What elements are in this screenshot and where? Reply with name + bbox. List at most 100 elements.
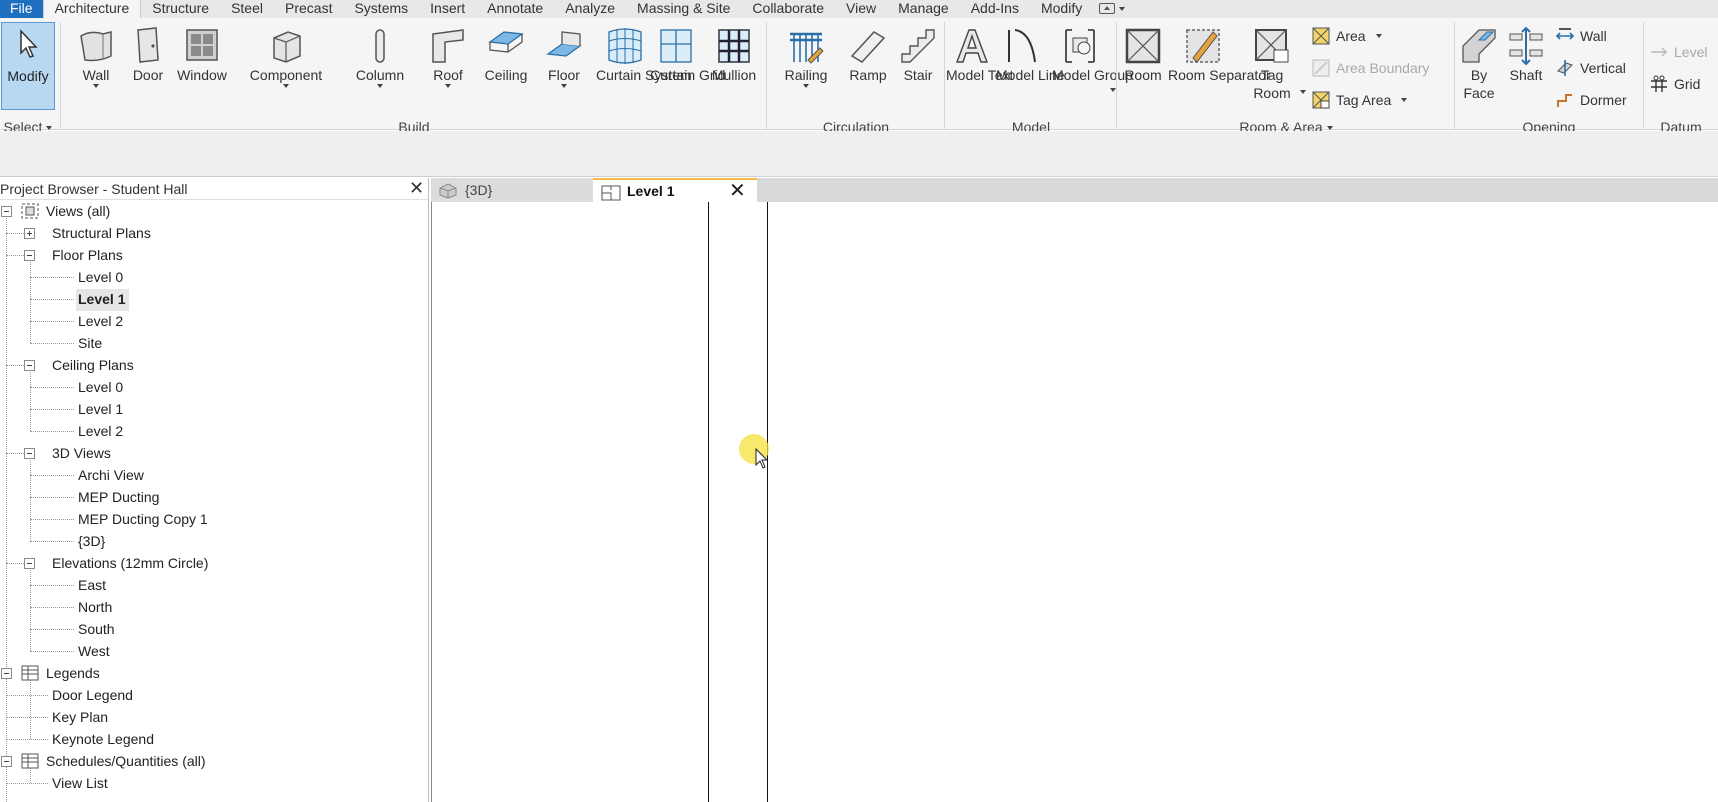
roof-label: Roof [433, 67, 463, 83]
ribbon-tab-bar: File Architecture Structure Steel Precas… [0, 0, 1718, 18]
tree-item[interactable]: Level 2 [78, 420, 123, 442]
tab-structure[interactable]: Structure [141, 0, 220, 18]
opening-wall-button[interactable]: Wall [1556, 27, 1607, 45]
tree-item[interactable]: View List [52, 772, 108, 794]
tab-manage[interactable]: Manage [887, 0, 960, 18]
curtain-system-button[interactable]: Curtain System [596, 26, 692, 84]
close-icon[interactable]: ✕ [729, 180, 746, 202]
tree-item[interactable]: {3D} [78, 530, 105, 552]
ribbon-display-toggle[interactable] [1093, 0, 1131, 18]
stair-button[interactable]: Stair [896, 26, 940, 84]
area-boundary-button[interactable]: Area Boundary [1312, 59, 1429, 77]
tab-systems[interactable]: Systems [343, 0, 419, 18]
tree-item[interactable]: Schedules/Quantities (all) [46, 750, 206, 772]
door-button[interactable]: Door [128, 26, 168, 84]
collapse-icon[interactable] [1, 206, 12, 217]
collapse-icon[interactable] [24, 360, 35, 371]
opening-by-face-button[interactable]: By Face [1456, 26, 1502, 102]
tree-item[interactable]: 3D Views [52, 442, 111, 464]
window-button[interactable]: Window [174, 26, 230, 84]
tab-massing-site[interactable]: Massing & Site [626, 0, 741, 18]
door-label: Door [132, 67, 164, 83]
tree-item[interactable]: Level 1 [78, 398, 123, 420]
tab-architecture[interactable]: Architecture [42, 0, 142, 18]
tree-item[interactable]: Views (all) [46, 200, 110, 222]
floor-button[interactable]: Floor [540, 26, 588, 88]
wall-icon [80, 31, 112, 62]
wall-button[interactable]: Wall [74, 26, 118, 88]
tab-annotate[interactable]: Annotate [476, 0, 554, 18]
views-icon [21, 203, 39, 219]
model-group-button[interactable]: Model Group [1052, 26, 1133, 84]
collapse-icon[interactable] [1, 756, 12, 767]
drawing-canvas[interactable] [431, 202, 1718, 802]
collapse-icon[interactable] [24, 558, 35, 569]
tree-item[interactable]: East [78, 574, 106, 596]
area-boundary-icon [1312, 59, 1330, 77]
component-button[interactable]: Component [244, 26, 328, 88]
ceiling-button[interactable]: Ceiling [478, 26, 534, 84]
tree-connector [6, 453, 24, 454]
tree-item[interactable]: Key Plan [52, 706, 108, 728]
curtain-grid-label: Curtain Grid [650, 67, 726, 83]
floor-icon [546, 31, 582, 57]
collapse-icon[interactable] [24, 250, 35, 261]
tree-item[interactable]: North [78, 596, 112, 618]
tree-connector [30, 541, 74, 542]
tree-item[interactable]: MEP Ducting Copy 1 [78, 508, 208, 530]
tab-file[interactable]: File [0, 0, 43, 18]
tab-add-ins[interactable]: Add-Ins [960, 0, 1030, 18]
tree-item[interactable]: Legends [46, 662, 100, 684]
tab-modify[interactable]: Modify [1030, 0, 1093, 18]
tree-item[interactable]: Site [78, 332, 102, 354]
tree-item[interactable]: Ceiling Plans [52, 354, 134, 376]
modify-button[interactable]: Modify [1, 22, 55, 110]
ramp-button[interactable]: Ramp [844, 26, 892, 84]
room-separator-button[interactable]: Room Separator [1168, 26, 1271, 84]
tree-item[interactable]: Keynote Legend [52, 728, 154, 750]
railing-button[interactable]: Railing [778, 26, 834, 88]
shaft-button[interactable]: Shaft [1504, 26, 1548, 84]
tab-view[interactable]: View [835, 0, 887, 18]
tree-item[interactable]: Archi View [78, 464, 144, 486]
tree-item[interactable]: Floor Plans [52, 244, 123, 266]
chevron-down-icon[interactable] [1300, 90, 1306, 94]
tree-item[interactable]: Level 2 [78, 310, 123, 332]
close-icon[interactable]: ✕ [409, 179, 424, 197]
tab-precast[interactable]: Precast [274, 0, 343, 18]
collapse-icon[interactable] [1, 668, 12, 679]
expand-icon[interactable] [24, 228, 35, 239]
curtain-grid-button[interactable]: Curtain Grid [650, 26, 726, 84]
level-button[interactable]: Level [1650, 43, 1707, 61]
tree-item[interactable]: West [78, 640, 110, 662]
room-button[interactable]: Room [1118, 26, 1168, 84]
grid-button[interactable]: Grid [1650, 75, 1700, 93]
column-button[interactable]: Column [350, 26, 410, 88]
wall-line[interactable] [708, 202, 709, 802]
tag-room-button[interactable]: Tag Room [1248, 26, 1296, 102]
tab-analyze[interactable]: Analyze [554, 0, 626, 18]
mullion-button[interactable]: Mullion [707, 26, 761, 84]
tab-collaborate[interactable]: Collaborate [741, 0, 835, 18]
vertical-opening-button[interactable]: Vertical [1556, 59, 1626, 77]
tree-item[interactable]: Level 0 [78, 266, 123, 288]
tree-item[interactable]: Level 1 [76, 289, 130, 311]
model-text-button[interactable]: Model Text [946, 26, 1013, 84]
dormer-button[interactable]: Dormer [1556, 91, 1627, 109]
wall-line[interactable] [767, 202, 768, 802]
tree-item[interactable]: Elevations (12mm Circle) [52, 552, 208, 574]
tab-insert[interactable]: Insert [419, 0, 476, 18]
tree-item[interactable]: Level 0 [78, 376, 123, 398]
tag-area-button[interactable]: Tag Area [1312, 91, 1408, 109]
tree-item[interactable]: MEP Ducting [78, 486, 159, 508]
tab-steel[interactable]: Steel [220, 0, 274, 18]
tree-item[interactable]: Structural Plans [52, 222, 151, 244]
view-tab-level-1[interactable]: Level 1 ✕ [593, 178, 757, 202]
roof-button[interactable]: Roof [428, 26, 468, 88]
model-line-button[interactable]: Model Line [996, 26, 1065, 84]
tree-item[interactable]: South [78, 618, 115, 640]
area-button[interactable]: Area [1312, 27, 1382, 45]
view-tab-3d[interactable]: {3D} [431, 178, 593, 202]
tree-item[interactable]: Door Legend [52, 684, 133, 706]
collapse-icon[interactable] [24, 448, 35, 459]
